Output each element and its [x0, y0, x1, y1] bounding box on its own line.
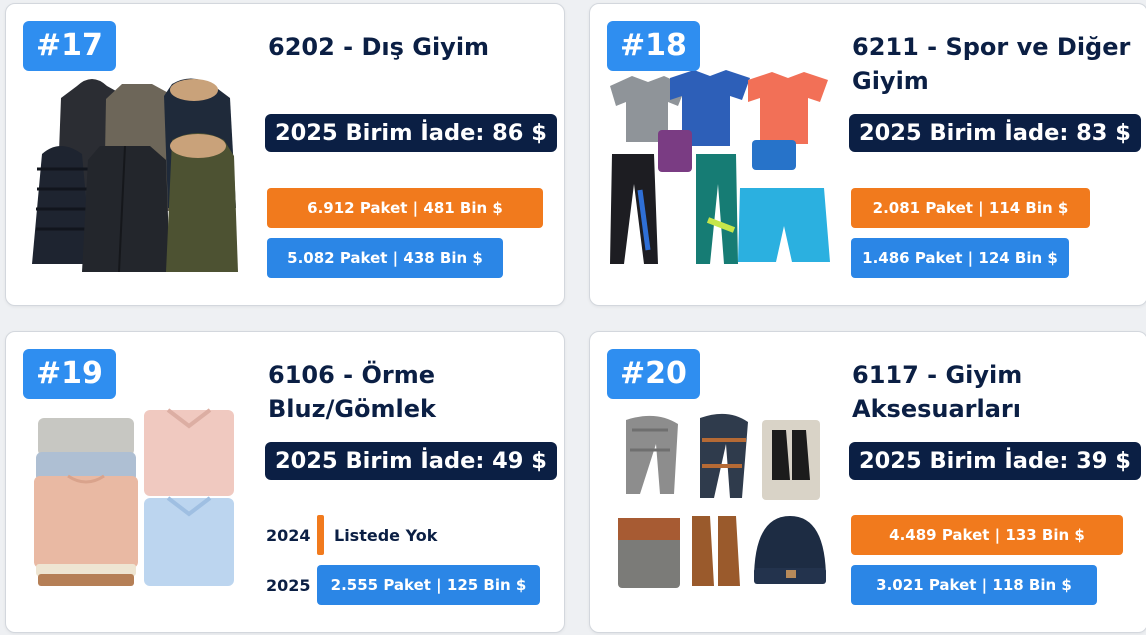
unit-refund-badge: 2025 Birim İade: 83 $ [849, 114, 1141, 152]
blue-package-stat: 1.486 Paket | 124 Bin $ [851, 238, 1069, 278]
not-listed-marker [317, 515, 324, 555]
product-title: 6211 - Spor ve Diğer Giyim [852, 33, 1131, 95]
rank-badge: #18 [607, 21, 700, 71]
product-title: 6106 - Örme Bluz/Gömlek [268, 361, 436, 423]
rank-badge: #19 [23, 349, 116, 399]
not-listed-label: Listede Yok [334, 526, 438, 545]
unit-refund-badge: 2025 Birim İade: 86 $ [265, 114, 557, 152]
unit-refund-badge: 2025 Birim İade: 39 $ [849, 442, 1141, 480]
product-card-19: #19 6106 - Örme Bluz/Gömlek 2025 Birim İa… [5, 331, 565, 633]
sportswear-image [610, 70, 830, 264]
orange-package-stat: 4.489 Paket | 133 Bin $ [851, 515, 1123, 555]
product-card-17: #17 6202 - Dış Giyim 2025 Birim İade: 86… [5, 3, 565, 306]
blue-package-stat: 3.021 Paket | 118 Bin $ [851, 565, 1097, 605]
rank-badge: #20 [607, 349, 700, 399]
blue-package-stat: 5.082 Paket | 438 Bin $ [267, 238, 503, 278]
blue-package-stat: 2.555 Paket | 125 Bin $ [317, 565, 540, 605]
unit-refund-badge: 2025 Birim İade: 49 $ [265, 442, 557, 480]
orange-package-stat: 6.912 Paket | 481 Bin $ [267, 188, 543, 228]
product-card-20: #20 6117 - Giyim Aksesuarları 2025 Birim … [589, 331, 1146, 633]
product-card-18: #18 6211 - Spor ve Diğer Giyim 2025 Birim… [589, 3, 1146, 306]
rank-badge: #17 [23, 21, 116, 71]
product-title: 6202 - Dış Giyim [268, 33, 490, 61]
outerwear-coats-image [32, 78, 238, 273]
product-title: 6117 - Giyim Aksesuarları [852, 361, 1023, 423]
year-2025-label: 2025 [266, 576, 311, 595]
year-2024-label: 2024 [266, 526, 311, 545]
orange-package-stat: 2.081 Paket | 114 Bin $ [851, 188, 1090, 228]
accessories-image [618, 413, 826, 588]
knit-blouses-image [34, 408, 234, 586]
